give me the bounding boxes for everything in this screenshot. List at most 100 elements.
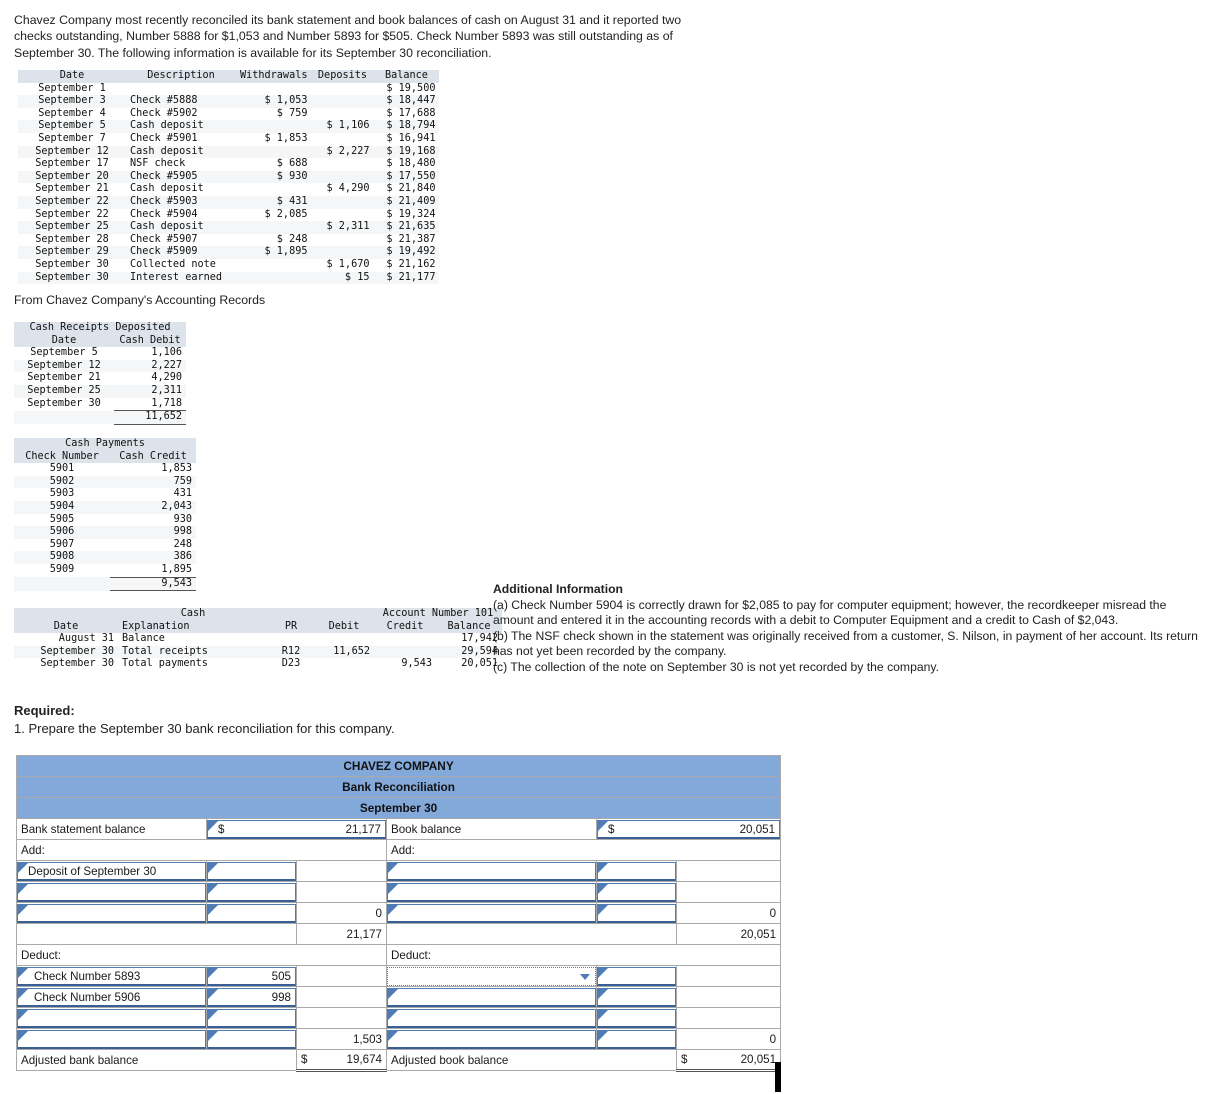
value: 20,051 <box>739 822 776 836</box>
bank-deduct-description-1[interactable]: Check Number 5893 <box>17 966 206 986</box>
table-row: September 22 Check #5904 $ 2,085 $ 19,324 <box>18 209 439 222</box>
book-deduct-amount-1-cell[interactable] <box>596 965 677 987</box>
table-row: September 22 Check #5903 $ 431 $ 21,409 <box>18 195 440 209</box>
cash-ledger-header: Cash Account Number 101 Date Explanation… <box>14 608 502 634</box>
book-add-description-3-cell[interactable] <box>386 902 597 924</box>
deduct-detail-row: Check Number 5906 998 <box>16 986 782 1008</box>
book-add-description-2[interactable] <box>387 882 596 902</box>
table-cell <box>268 633 314 646</box>
bank-deduct-description-3[interactable] <box>17 1008 206 1028</box>
bank-add-amount-2-cell[interactable] <box>206 881 297 903</box>
book-deduct-description-3-cell[interactable] <box>386 1007 597 1029</box>
bank-add-amount-2[interactable] <box>207 882 296 902</box>
table-cell: 2,043 <box>161 500 192 512</box>
book-deduct-amount-3[interactable] <box>597 1008 676 1028</box>
book-deduct-description-3[interactable] <box>387 1008 596 1028</box>
book-deduct-amount-4[interactable] <box>597 1029 676 1049</box>
book-add-description-3[interactable] <box>387 903 596 923</box>
book-deduct-amount-3-cell[interactable] <box>596 1007 677 1029</box>
book-deduct-description-4[interactable] <box>387 1029 596 1049</box>
table-row: 5904 2,043 <box>14 500 196 514</box>
book-deduct-amount-2[interactable] <box>597 987 676 1007</box>
cash-receipts-table: Cash Receipts Deposited Date Cash Debit … <box>14 322 186 425</box>
table-cell: $ 15 <box>344 271 370 283</box>
book-deduct-total-4: 0 <box>675 1028 782 1050</box>
book-deduct-description-2[interactable] <box>387 987 596 1007</box>
book-add-total-3: 0 <box>675 902 782 924</box>
bank-add-amount-3-cell[interactable] <box>206 902 297 924</box>
bank-statement-balance-cell[interactable]: $21,177 <box>206 818 387 840</box>
book-add-amount-1-cell[interactable] <box>596 860 677 882</box>
book-add-description-1-cell[interactable] <box>386 860 597 882</box>
bank-add-description-1[interactable]: Deposit of September 30 <box>17 861 206 881</box>
bank-deduct-amount-1-cell[interactable]: 505 <box>206 965 297 987</box>
bank-add-amount-1-cell[interactable] <box>206 860 297 882</box>
bank-deduct-description-3-cell[interactable] <box>16 1007 207 1029</box>
table-cell <box>236 183 311 196</box>
table-cell: $ 248 <box>276 233 308 245</box>
bank-add-description-2-cell[interactable] <box>16 881 207 903</box>
bank-add-amount-1[interactable] <box>207 861 296 881</box>
bank-deduct-description-1-cell[interactable]: Check Number 5893 <box>16 965 207 987</box>
book-balance-cell[interactable]: $20,051 <box>595 818 782 840</box>
table-cell <box>14 577 110 591</box>
book-deduct-amount-4-cell[interactable] <box>596 1028 677 1050</box>
bank-add-description-2[interactable] <box>17 882 206 902</box>
table-cell: September 12 <box>27 359 101 371</box>
table-cell: September 5 <box>38 120 106 132</box>
bank-deduct-description-2[interactable]: Check Number 5906 <box>17 987 206 1007</box>
bank-deduct-amount-2[interactable]: 998 <box>207 987 296 1007</box>
bank-add-description-3-cell[interactable] <box>16 902 207 924</box>
table-row: September 30 Collected note $ 1,670 $ 21,16… <box>18 259 439 272</box>
cash-ledger-title: Cash <box>118 608 268 621</box>
bank-deduct-description-2-cell[interactable]: Check Number 5906 <box>16 986 207 1008</box>
chevron-down-icon[interactable] <box>580 973 590 980</box>
bank-add-amount-3[interactable] <box>207 903 296 923</box>
book-deduct-description-4-cell[interactable] <box>386 1028 597 1050</box>
book-deduct-description-2-cell[interactable] <box>386 986 597 1008</box>
bank-deduct-amount-1[interactable]: 505 <box>207 966 296 986</box>
book-add-amount-3-cell[interactable] <box>596 902 677 924</box>
bank-deduct-amount-2-cell[interactable]: 998 <box>206 986 297 1008</box>
book-deduct-amount-1[interactable] <box>597 966 676 986</box>
bank-add-description-3[interactable] <box>17 903 206 923</box>
book-deduct-description-1-cell[interactable] <box>386 965 597 987</box>
book-add-amount-2[interactable] <box>597 882 676 902</box>
bank-reconciliation-worksheet[interactable]: CHAVEZ COMPANY Bank Reconciliation Septe… <box>15 755 782 1072</box>
table-cell: September 1 <box>38 82 106 94</box>
table-cell: September 30 <box>35 271 109 283</box>
table-total: 11,652 <box>114 410 186 425</box>
book-add-amount-3[interactable] <box>597 903 676 923</box>
table-cell: 11,652 <box>333 645 370 657</box>
bank-deduct-amount-4[interactable] <box>207 1029 296 1049</box>
table-cell: September 30 <box>40 645 114 657</box>
table-cell: $ 1,106 <box>326 120 370 132</box>
table-row: September 7 Check #5901 $ 1,853 $ 16,941 <box>18 133 439 146</box>
book-subtotal-spacer <box>386 923 677 945</box>
bank-deduct-amount-3[interactable] <box>207 1008 296 1028</box>
column-header-cash-credit: Cash Credit <box>110 450 196 464</box>
book-add-description-2-cell[interactable] <box>386 881 597 903</box>
book-add-amount-2-cell[interactable] <box>596 881 677 903</box>
bank-deduct-amount-3-cell[interactable] <box>206 1007 297 1029</box>
book-add-description-1[interactable] <box>387 861 596 881</box>
book-deduct-description-1[interactable] <box>387 966 596 986</box>
book-balance-field[interactable]: $20,051 <box>597 819 781 839</box>
bank-deduct-description-4-cell[interactable] <box>16 1028 207 1050</box>
book-add-amount-1[interactable] <box>597 861 676 881</box>
deduct-detail-row <box>16 1007 782 1029</box>
worksheet-body[interactable]: Bank statement balance $21,177 Book balanc… <box>16 818 782 1072</box>
bank-deduct-description-4[interactable] <box>17 1029 206 1049</box>
table-cell: 998 <box>173 526 192 538</box>
value: 21,177 <box>345 822 381 836</box>
column-header-explanation: Explanation <box>118 620 268 634</box>
bank-deduct-amount-4-cell[interactable] <box>206 1028 297 1050</box>
table-cell: 248 <box>173 538 192 550</box>
table-cell: September 30 <box>40 658 114 670</box>
book-subtotal: 20,051 <box>675 923 782 945</box>
bank-statement-balance-field[interactable]: $21,177 <box>207 819 386 839</box>
table-row: September 21 4,290 <box>14 372 186 385</box>
bank-add-description-1-cell[interactable]: Deposit of September 30 <box>16 860 207 882</box>
table-cell: September 21 <box>35 183 109 195</box>
book-deduct-amount-2-cell[interactable] <box>596 986 677 1008</box>
